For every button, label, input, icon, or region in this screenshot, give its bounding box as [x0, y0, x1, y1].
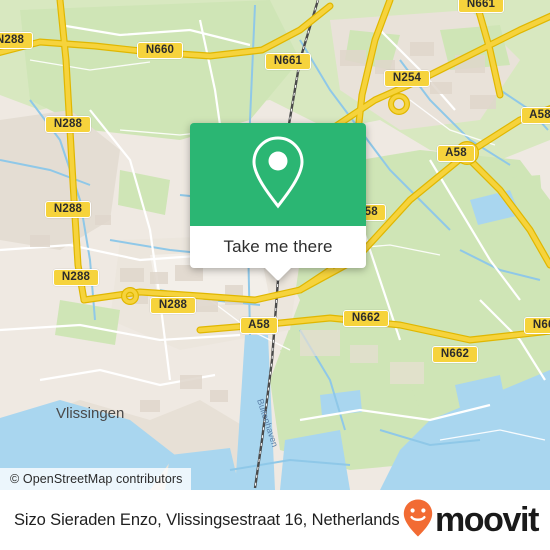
location-popup-card[interactable]: Take me there	[190, 123, 366, 281]
map-label-city: Vlissingen	[56, 405, 124, 422]
road-shield-n288: N288	[53, 269, 99, 286]
road-shield-n661: N661	[265, 53, 311, 70]
road-shield-n662: N662	[343, 310, 389, 327]
footer-bar: Sizo Sieraden Enzo, Vlissingsestraat 16,…	[0, 490, 550, 550]
road-shield-n288: N288	[45, 201, 91, 218]
osm-attribution-text: © OpenStreetMap contributors	[10, 472, 183, 486]
address-caption: Sizo Sieraden Enzo, Vlissingsestraat 16,…	[14, 510, 400, 529]
road-shield-n288: N288	[45, 116, 91, 133]
take-me-there-label: Take me there	[223, 237, 333, 256]
map-screenshot: Vlissingen Buitenhaven N288N660N661N254N…	[0, 0, 550, 550]
city-label-vlissingen: Vlissingen	[56, 405, 124, 422]
moovit-wordmark: moovit	[434, 501, 539, 539]
road-shield-n660: N660	[137, 42, 183, 59]
road-shield-a58: A58	[437, 145, 475, 162]
osm-attribution[interactable]: © OpenStreetMap contributors	[0, 468, 191, 490]
road-shield-a58: A58	[521, 107, 550, 124]
road-shield-n254: N254	[384, 70, 430, 87]
road-shield-a58: A58	[240, 317, 278, 334]
road-shield-n661: N661	[458, 0, 504, 13]
popup-card-header	[190, 123, 366, 226]
map-pin-icon	[249, 135, 307, 214]
road-shield-n288: N288	[150, 297, 196, 314]
popup-card-footer[interactable]: Take me there	[190, 226, 366, 281]
road-shield-n288: N288	[0, 32, 33, 49]
road-shield-n662: N662	[524, 317, 550, 334]
road-shield-n662: N662	[432, 346, 478, 363]
popup-pointer-tail	[264, 267, 292, 281]
moovit-logo[interactable]: moovit	[403, 499, 539, 542]
moovit-pin-smiley-icon	[403, 499, 433, 542]
